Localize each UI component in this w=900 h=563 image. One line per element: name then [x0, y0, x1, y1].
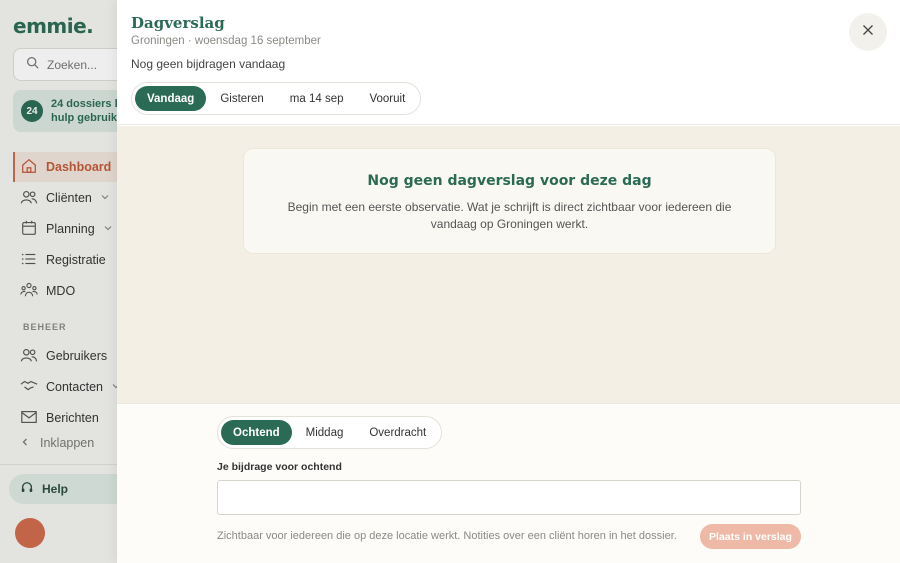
contribution-field-label: Je bijdrage voor ochtend: [217, 461, 342, 473]
contribution-input[interactable]: [217, 480, 801, 515]
report-content: Nog geen dagverslag voor deze dag Begin …: [117, 126, 900, 403]
empty-state-title: Nog geen dagverslag voor deze dag: [367, 173, 652, 189]
page-subtitle: Groningen · woensdag 16 september: [131, 35, 321, 47]
dagverslag-panel: Dagverslag Groningen · woensdag 16 septe…: [117, 0, 900, 563]
status-text: Nog geen bijdragen vandaag: [131, 57, 286, 71]
empty-state-description: Begin met een eerste observatie. Wat je …: [287, 200, 732, 231]
day-tabs: Vandaag Gisteren ma 14 sep Vooruit: [131, 82, 422, 115]
tab-middag[interactable]: Middag: [294, 420, 356, 445]
shift-tabs: Ochtend Middag Overdracht: [217, 416, 443, 449]
tab-vandaag[interactable]: Vandaag: [135, 86, 207, 111]
tab-gisteren[interactable]: Gisteren: [208, 86, 275, 111]
tab-ochtend[interactable]: Ochtend: [221, 420, 292, 445]
panel-header: Dagverslag Groningen · woensdag 16 septe…: [117, 0, 900, 125]
tab-overdracht[interactable]: Overdracht: [357, 420, 438, 445]
empty-state-card: Nog geen dagverslag voor deze dag Begin …: [243, 148, 776, 254]
close-button[interactable]: [849, 13, 887, 51]
post-to-report-button[interactable]: Plaats in verslag: [700, 524, 801, 549]
page-title: Dagverslag: [131, 14, 225, 32]
contribution-composer: Ochtend Middag Overdracht Je bijdrage vo…: [117, 403, 900, 563]
close-icon: [862, 23, 874, 41]
tab-ma-14-sep[interactable]: ma 14 sep: [278, 86, 356, 111]
visibility-hint: Zichtbaar voor iedereen die op deze loca…: [217, 530, 677, 542]
tab-vooruit[interactable]: Vooruit: [357, 86, 417, 111]
